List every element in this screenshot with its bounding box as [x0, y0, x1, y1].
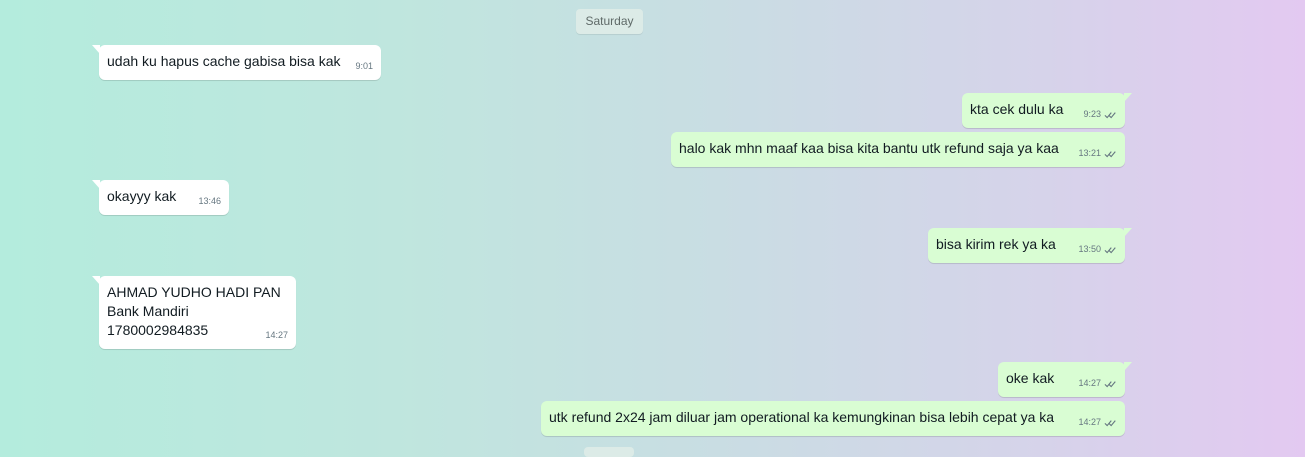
- incoming-message[interactable]: AHMAD YUDHO HADI PAN Bank Mandiri 178000…: [92, 276, 296, 349]
- double-check-icon: [1104, 150, 1116, 157]
- message-text: halo kak mhn maaf kaa bisa kita bantu ut…: [679, 140, 1059, 156]
- message-text: bisa kirim rek ya ka: [936, 236, 1056, 252]
- double-check-icon: [1104, 419, 1116, 426]
- outgoing-message[interactable]: oke kak 14:27: [998, 362, 1132, 397]
- message-meta: 9:01: [355, 57, 373, 76]
- message-meta: 14:27: [1078, 413, 1117, 432]
- incoming-message[interactable]: okayyy kak 13:46: [92, 180, 229, 215]
- message-meta: 9:23: [1083, 105, 1117, 124]
- outgoing-message[interactable]: utk refund 2x24 jam diluar jam operation…: [541, 401, 1125, 436]
- message-meta: 14:27: [265, 326, 288, 345]
- outgoing-message[interactable]: bisa kirim rek ya ka 13:50: [928, 228, 1132, 263]
- message-text: kta cek dulu ka: [970, 101, 1064, 117]
- message-text: AHMAD YUDHO HADI PAN Bank Mandiri 178000…: [107, 284, 281, 338]
- outgoing-message[interactable]: kta cek dulu ka 9:23: [962, 93, 1132, 128]
- double-check-icon: [1104, 380, 1116, 387]
- message-text: utk refund 2x24 jam diluar jam operation…: [549, 409, 1055, 425]
- message-time: 14:27: [1078, 378, 1101, 388]
- message-meta: 13:21: [1078, 144, 1117, 163]
- message-time: 14:27: [1078, 417, 1101, 427]
- message-text: oke kak: [1006, 370, 1055, 386]
- message-time: 9:23: [1083, 109, 1101, 119]
- message-time: 13:21: [1078, 148, 1101, 158]
- outgoing-message[interactable]: halo kak mhn maaf kaa bisa kita bantu ut…: [671, 132, 1125, 167]
- date-separator: Saturday: [576, 9, 643, 34]
- date-separator-partial: [584, 447, 634, 457]
- message-text: udah ku hapus cache gabisa bisa kak: [107, 53, 341, 69]
- incoming-message[interactable]: udah ku hapus cache gabisa bisa kak 9:01: [92, 45, 381, 80]
- double-check-icon: [1104, 246, 1116, 253]
- message-meta: 14:27: [1078, 374, 1117, 393]
- chat-conversation-pane[interactable]: Saturday udah ku hapus cache gabisa bisa…: [0, 0, 1305, 457]
- message-time: 14:27: [265, 330, 288, 340]
- message-meta: 13:46: [198, 192, 221, 211]
- double-check-icon: [1104, 111, 1116, 118]
- message-time: 9:01: [355, 61, 373, 71]
- message-time: 13:50: [1078, 244, 1101, 254]
- message-text: okayyy kak: [107, 188, 177, 204]
- message-meta: 13:50: [1078, 240, 1117, 259]
- message-time: 13:46: [198, 196, 221, 206]
